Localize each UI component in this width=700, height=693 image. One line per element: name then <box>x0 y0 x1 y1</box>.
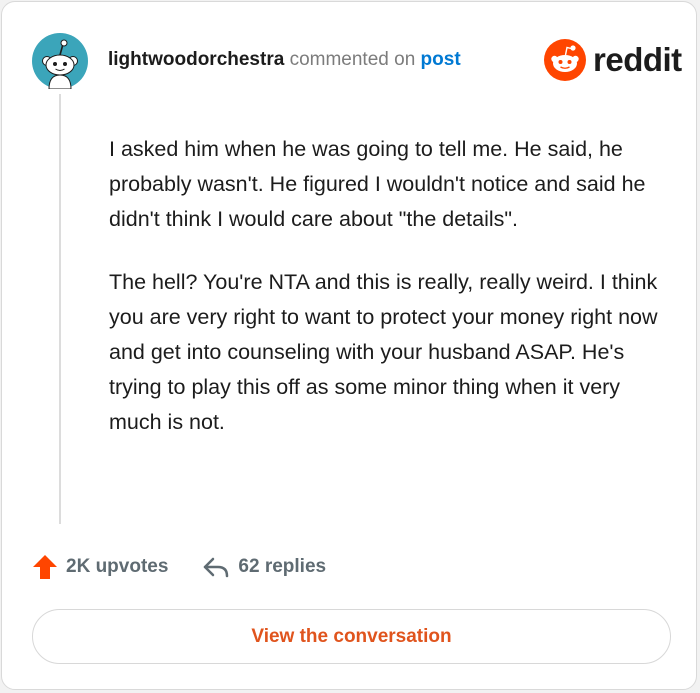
reddit-logo[interactable]: reddit <box>544 39 682 81</box>
user-avatar[interactable] <box>32 33 88 90</box>
upvote-count: 2K upvotes <box>66 556 169 577</box>
comment-actions: 2K upvotes 62 replies <box>32 552 326 582</box>
commented-on-text: commented on <box>289 49 416 70</box>
username-link[interactable]: lightwoodorchestra <box>108 49 284 70</box>
view-conversation-button[interactable]: View the conversation <box>32 609 671 664</box>
comment-paragraph: The hell? You're NTA and this is really,… <box>109 270 658 434</box>
reddit-logo-icon <box>544 39 586 81</box>
upvote-button[interactable]: 2K upvotes <box>32 554 168 580</box>
replies-button[interactable]: 62 replies <box>202 555 326 579</box>
thread-line <box>59 94 61 524</box>
reply-count: 62 replies <box>238 556 327 577</box>
upvote-arrow-icon <box>33 555 57 579</box>
reply-arrow-icon <box>204 557 229 578</box>
comment-header: lightwoodorchestra commented on post <box>108 48 461 72</box>
comment-paragraph: I asked him when he was going to tell me… <box>109 137 646 231</box>
snoo-avatar-icon <box>32 33 88 90</box>
reddit-wordmark: reddit <box>593 41 682 78</box>
post-link[interactable]: post <box>421 49 461 70</box>
comment-body: I asked him when he was going to tell me… <box>109 132 669 468</box>
comment-card: lightwoodorchestra commented on post red… <box>1 1 697 690</box>
